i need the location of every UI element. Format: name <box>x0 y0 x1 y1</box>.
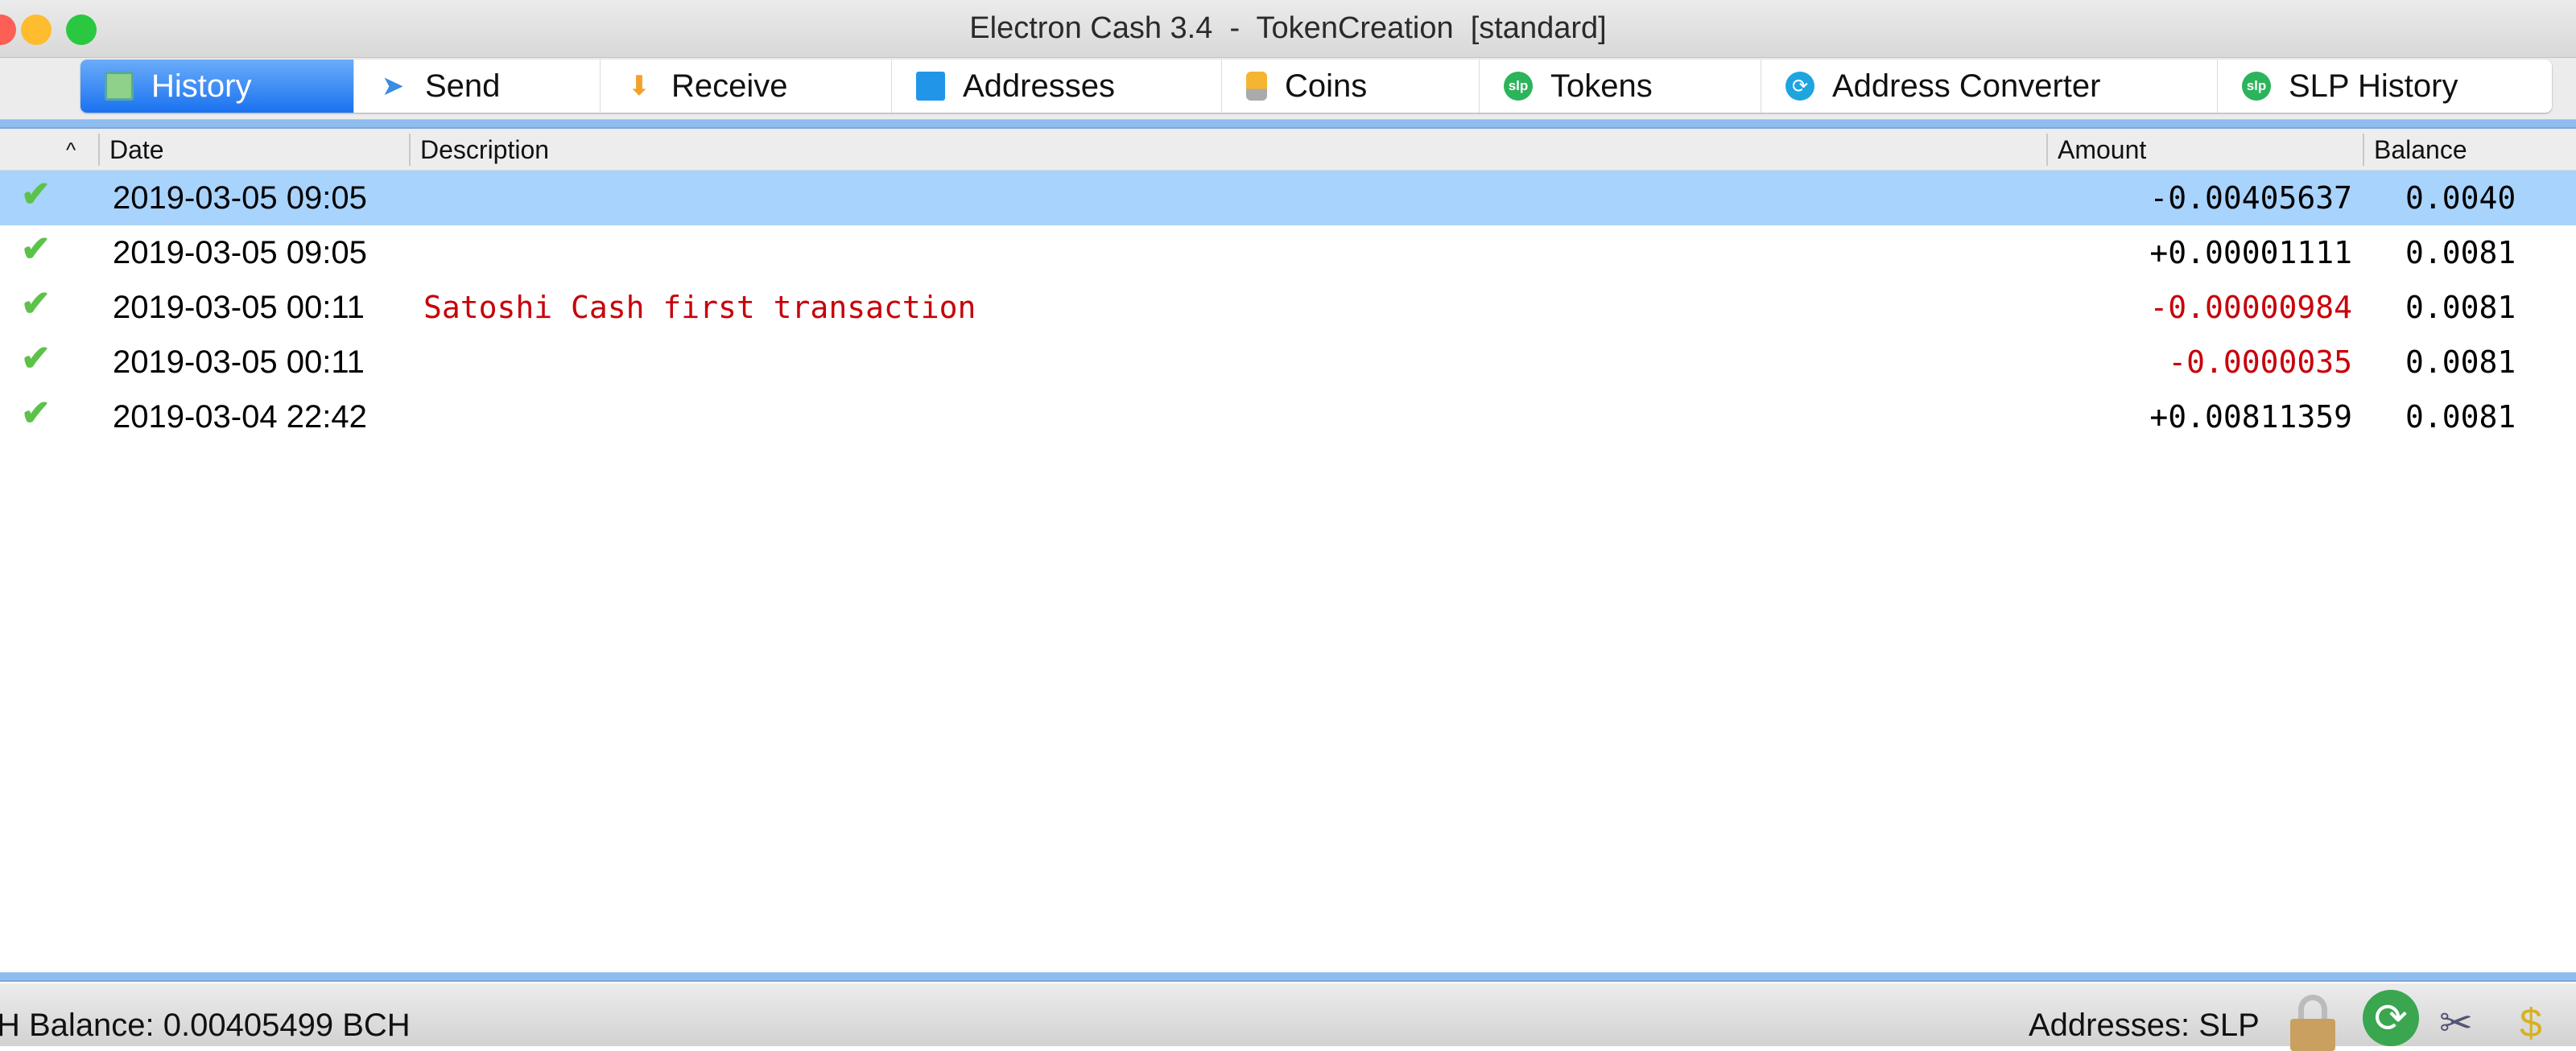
date-cell: 2019-03-04 22:42 <box>113 399 367 435</box>
confirmed-check-icon: ✔ <box>21 229 51 269</box>
slp-icon: slp <box>2242 72 2271 101</box>
addresses-mode[interactable]: Addresses: SLP <box>2029 1008 2260 1044</box>
table-row[interactable]: ✔ 2019-03-05 00:11 Satoshi Cash first tr… <box>0 280 2576 335</box>
description-cell: Satoshi Cash first transaction <box>423 290 976 325</box>
column-date[interactable]: Date <box>98 134 409 166</box>
balance-cell: 0.0040 <box>2405 180 2516 216</box>
amount-cell: -0.00000984 <box>2149 290 2352 325</box>
amount-cell: +0.00811359 <box>2149 399 2352 435</box>
status-bar: H Balance: 0.00405499 BCH Addresses: SLP… <box>0 983 2576 1051</box>
column-balance[interactable]: Balance <box>2363 134 2576 166</box>
confirmed-check-icon: ✔ <box>21 339 51 378</box>
tab-receive[interactable]: ⬇ Receive <box>601 60 892 113</box>
tab-coins[interactable]: Coins <box>1222 60 1480 113</box>
confirmed-check-icon: ✔ <box>21 175 51 214</box>
divider <box>0 119 2576 129</box>
network-status-icon[interactable]: ⟳ <box>2363 990 2419 1046</box>
table-row[interactable]: ✔ 2019-03-05 09:05 -0.00405637 0.0040 <box>0 171 2576 225</box>
tab-label: History <box>151 68 252 104</box>
coins-icon <box>1246 72 1267 101</box>
tab-send[interactable]: ➤ Send <box>354 60 601 113</box>
confirmed-check-icon: ✔ <box>21 394 51 433</box>
tab-tokens[interactable]: slp Tokens <box>1480 60 1761 113</box>
confirmed-check-icon: ✔ <box>21 284 51 324</box>
balance-cell: 0.0081 <box>2405 290 2516 325</box>
tab-label: Tokens <box>1550 68 1653 104</box>
balance-cell: 0.0081 <box>2405 344 2516 380</box>
tab-slp-history[interactable]: slp SLP History <box>2218 60 2552 113</box>
seed-icon[interactable]: $ <box>2520 999 2542 1046</box>
slp-icon: slp <box>1504 72 1533 101</box>
receive-icon: ⬇ <box>627 71 651 101</box>
amount-cell: -0.0000035 <box>2168 344 2352 380</box>
amount-cell: +0.00001111 <box>2149 235 2352 270</box>
title-bar: Electron Cash 3.4 - TokenCreation [stand… <box>0 0 2576 58</box>
table-row[interactable]: ✔ 2019-03-05 00:11 -0.0000035 0.0081 <box>0 335 2576 389</box>
tab-label: Address Converter <box>1832 68 2101 104</box>
divider <box>0 972 2576 982</box>
date-cell: 2019-03-05 09:05 <box>113 235 367 270</box>
tab-label: Receive <box>671 68 788 104</box>
send-icon: ➤ <box>381 71 405 101</box>
tab-label: Coins <box>1285 68 1368 104</box>
tab-label: Addresses <box>963 68 1115 104</box>
amount-cell: -0.00405637 <box>2149 180 2352 216</box>
converter-icon: ⟳ <box>1785 72 1814 101</box>
balance-text: H Balance: 0.00405499 BCH <box>0 1008 411 1043</box>
tab-history[interactable]: History <box>80 60 354 113</box>
balance-cell: 0.0081 <box>2405 235 2516 270</box>
balance-cell: 0.0081 <box>2405 399 2516 435</box>
tab-addresses[interactable]: Addresses <box>892 60 1222 113</box>
tab-label: Send <box>425 68 501 104</box>
sort-indicator[interactable]: ^ <box>56 134 76 166</box>
history-icon <box>105 72 134 101</box>
column-amount[interactable]: Amount <box>2046 134 2363 166</box>
lock-icon[interactable] <box>2290 995 2335 1051</box>
table-header: ^ Date Description Amount Balance <box>0 129 2576 171</box>
tools-icon[interactable]: ✂ <box>2439 999 2473 1046</box>
date-cell: 2019-03-05 00:11 <box>113 290 365 325</box>
tab-strip: History ➤ Send ⬇ Receive Addresses Coins… <box>0 58 2576 119</box>
tab-label: SLP History <box>2289 68 2458 104</box>
tab-address-converter[interactable]: ⟳ Address Converter <box>1761 60 2218 113</box>
table-row[interactable]: ✔ 2019-03-04 22:42 +0.00811359 0.0081 <box>0 389 2576 444</box>
table-row[interactable]: ✔ 2019-03-05 09:05 +0.00001111 0.0081 <box>0 225 2576 280</box>
addresses-icon <box>916 72 945 101</box>
window-title: Electron Cash 3.4 - TokenCreation [stand… <box>969 11 1607 45</box>
date-cell: 2019-03-05 09:05 <box>113 180 367 216</box>
column-description[interactable]: Description <box>409 134 2046 166</box>
date-cell: 2019-03-05 00:11 <box>113 344 365 380</box>
